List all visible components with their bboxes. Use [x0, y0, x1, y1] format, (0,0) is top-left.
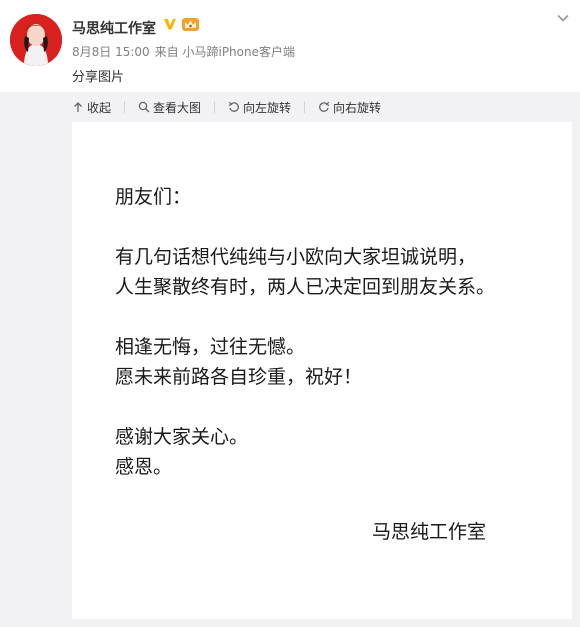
divider [124, 101, 126, 113]
letter-line: 有几句话想代纯纯与小欧向大家坦诚说明， [115, 246, 477, 268]
post-header: 马思纯工作室 8月8日 15:00 来自 小马蹄iPhone客户端 分享图片 [0, 0, 580, 92]
avatar[interactable] [10, 14, 62, 66]
rotate-right-label: 向右旋转 [333, 100, 382, 115]
author-name[interactable]: 马思纯工作室 [72, 18, 156, 38]
view-large-label: 查看大图 [153, 100, 202, 115]
image-toolbar: 收起 查看大图 向左旋转 向右旋转 [72, 97, 394, 117]
post-date[interactable]: 8月8日 15:00 [72, 45, 150, 59]
chevron-down-icon[interactable] [555, 10, 571, 26]
avatar-portrait-icon [10, 14, 62, 66]
media-area: 收起 查看大图 向左旋转 向右旋转 朋友们： 有几句话想代纯纯与小欧向大家坦诚说… [0, 92, 580, 627]
shared-image[interactable]: 朋友们： 有几句话想代纯纯与小欧向大家坦诚说明， 人生聚散终有时，两人已决定回到… [72, 122, 572, 619]
view-large-button[interactable]: 查看大图 [138, 99, 201, 116]
verified-v-icon [164, 19, 176, 30]
rotate-right-button[interactable]: 向右旋转 [318, 99, 381, 116]
letter-line: 相逢无悔，过往无憾。 [115, 336, 306, 358]
post-meta: 8月8日 15:00 来自 小马蹄iPhone客户端 [72, 43, 300, 60]
member-crown-icon[interactable] [181, 16, 200, 32]
collapse-button[interactable]: 收起 [72, 99, 111, 116]
collapse-label: 收起 [87, 100, 112, 115]
letter-line: 感谢大家关心。 [115, 426, 249, 448]
letter-greeting: 朋友们： [115, 186, 192, 208]
post-text: 分享图片 [72, 70, 125, 85]
rotate-left-button[interactable]: 向左旋转 [228, 99, 291, 116]
letter-text: 朋友们： 有几句话想代纯纯与小欧向大家坦诚说明， 人生聚散终有时，两人已决定回到… [115, 182, 495, 512]
rotate-left-label: 向左旋转 [243, 100, 292, 115]
post-source[interactable]: 来自 小马蹄iPhone客户端 [155, 45, 295, 59]
arrow-up-icon [74, 102, 82, 112]
rotate-left-icon [228, 101, 239, 112]
letter-line: 愿未来前路各自珍重，祝好！ [115, 366, 363, 388]
magnifier-icon [138, 101, 150, 113]
letter-paragraph: 感谢大家关心。 感恩。 [115, 422, 495, 482]
letter-paragraph: 有几句话想代纯纯与小欧向大家坦诚说明， 人生聚散终有时，两人已决定回到朋友关系。 [115, 242, 495, 302]
rotate-right-icon [319, 101, 330, 112]
divider [304, 101, 306, 113]
letter-line: 感恩。 [115, 456, 173, 478]
letter-paragraph: 相逢无悔，过往无憾。 愿未来前路各自珍重，祝好！ [115, 332, 495, 392]
letter-line: 人生聚散终有时，两人已决定回到朋友关系。 [115, 276, 496, 298]
divider [214, 101, 216, 113]
letter-signature: 马思纯工作室 [372, 521, 487, 543]
